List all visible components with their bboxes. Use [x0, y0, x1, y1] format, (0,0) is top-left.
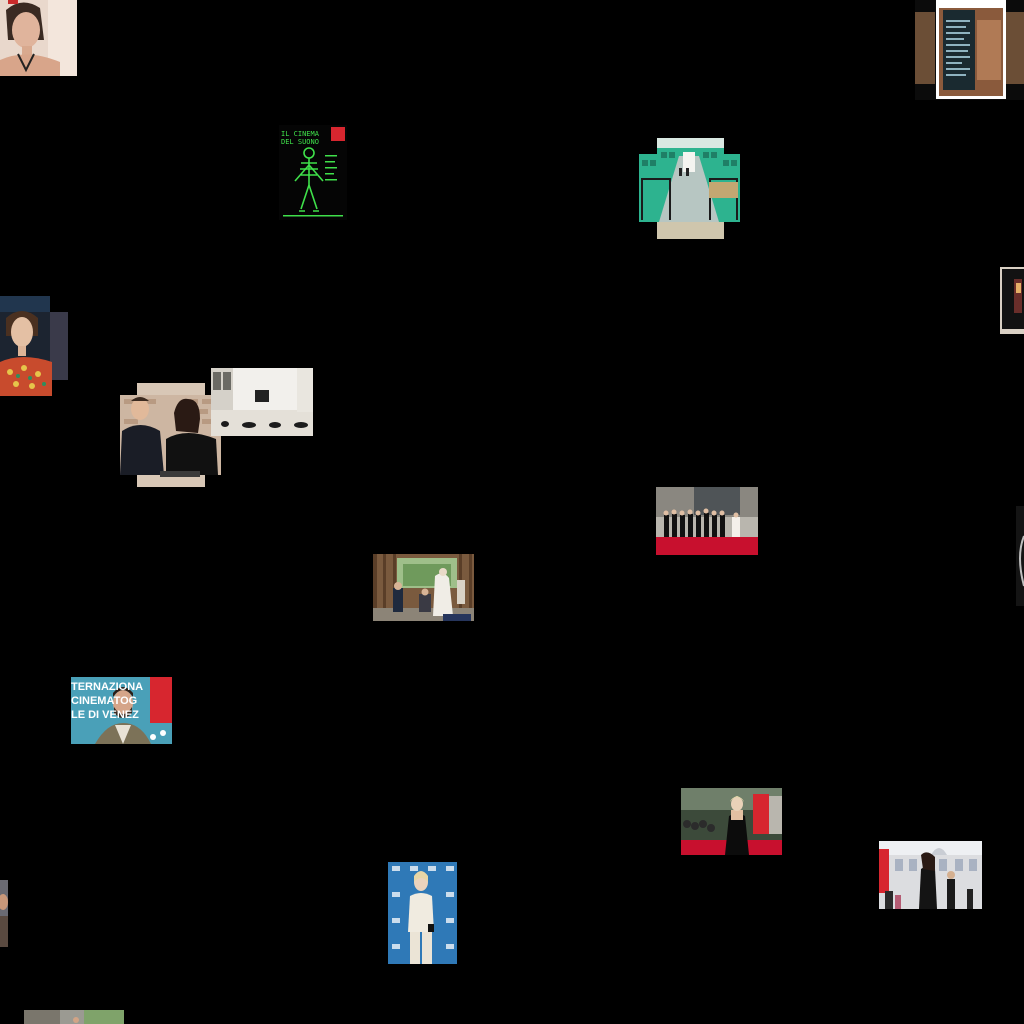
cinema-program-board-image [915, 0, 1024, 100]
man-photocall-venice[interactable]: TERNAZIONA CINEMATOG LE DI VENEZ [71, 677, 172, 744]
portrait-woman-top-left-image [0, 0, 77, 76]
portrait-woman-colorful-dress[interactable] [0, 296, 68, 396]
green-exhibition-hall[interactable] [639, 138, 740, 239]
white-room-installation[interactable] [211, 368, 313, 436]
portrait-woman-colorful-dress-image [0, 296, 68, 396]
green-exhibition-hall-image [639, 138, 740, 239]
woman-palazzo-red-carpet-image [879, 841, 982, 909]
white-room-installation-image [211, 368, 313, 436]
two-people-brick-wall-image [120, 383, 221, 487]
woman-black-dress-red-carpet[interactable] [681, 788, 782, 855]
woman-palazzo-red-carpet[interactable] [879, 841, 982, 909]
partial-right-edge-tile[interactable] [1016, 506, 1024, 606]
two-people-brick-wall[interactable] [120, 383, 221, 487]
garden-pavilion-scene-image [373, 554, 474, 621]
poster-il-cinema-del-suono[interactable]: IL CINEMA DEL SUONO [279, 125, 347, 220]
gallery-canvas: CINEMA IL CINEMA DEL SUONO TERNAZIONA CI… [0, 0, 1024, 1024]
partial-bottom-tile-image [24, 1010, 124, 1024]
woman-white-dress-photocall-image [388, 862, 457, 964]
dark-edge-right-tile[interactable] [1000, 267, 1024, 334]
poster-il-cinema-del-suono-image [279, 125, 347, 220]
garden-pavilion-scene[interactable] [373, 554, 474, 621]
partial-bottom-tile[interactable] [24, 1010, 124, 1024]
partial-left-edge-tile-image [0, 880, 8, 947]
partial-left-edge-tile[interactable] [0, 880, 8, 947]
cinema-program-board[interactable]: CINEMA [915, 0, 1024, 100]
group-red-carpet-image [656, 487, 758, 555]
dark-edge-right-tile-image [1000, 267, 1024, 334]
partial-right-edge-tile-image [1016, 506, 1024, 606]
group-red-carpet[interactable] [656, 487, 758, 555]
man-photocall-venice-image [71, 677, 172, 744]
woman-black-dress-red-carpet-image [681, 788, 782, 855]
portrait-woman-top-left[interactable] [0, 0, 77, 76]
woman-white-dress-photocall[interactable] [388, 862, 457, 964]
